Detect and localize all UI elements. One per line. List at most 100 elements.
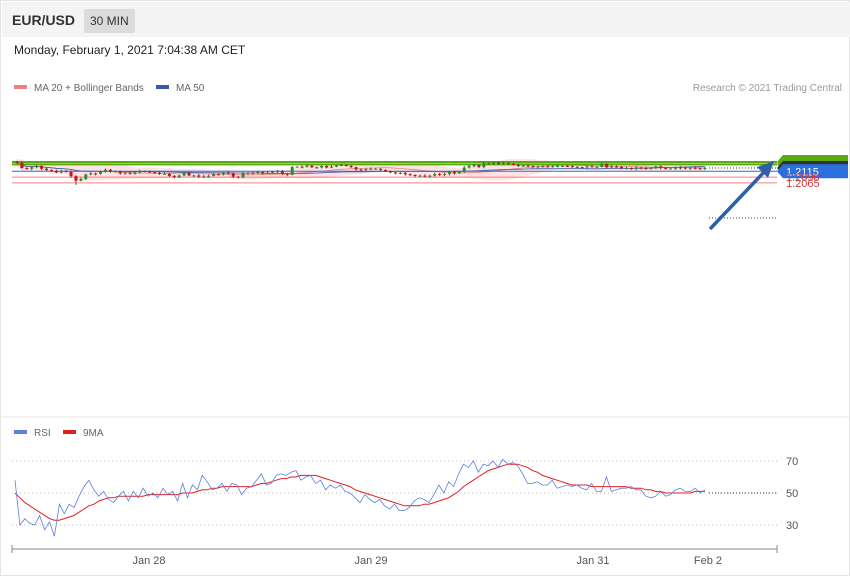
forecast-arrow (708, 168, 768, 231)
candle-body (246, 172, 250, 174)
candle-body (590, 166, 594, 168)
candle-body (467, 165, 471, 168)
candle-body (256, 171, 260, 173)
rsi-legend-swatch (14, 430, 27, 434)
candle-body (123, 172, 127, 174)
candle-body (182, 173, 186, 176)
level-label-1.2065: 1.2065 (786, 178, 820, 190)
ma20-legend-swatch (14, 85, 27, 89)
candle-body (79, 178, 83, 181)
candle-body (502, 163, 506, 165)
candle-body (266, 172, 270, 174)
candle-body (536, 166, 540, 168)
candle-body (379, 168, 383, 170)
candle-body (654, 166, 658, 168)
candle-body (698, 168, 702, 170)
candle-body (310, 165, 314, 168)
time-axis: Jan 28 Jan 29 Jan 31 Feb 2 (11, 545, 778, 567)
candle-body (74, 176, 78, 181)
candle-body (565, 165, 569, 167)
candle-body (69, 171, 73, 177)
candle-body (212, 174, 216, 176)
rsi-ref-label-30: 30 (786, 520, 798, 532)
candle-body (428, 175, 432, 177)
candle-body (89, 173, 93, 175)
candle-body (344, 165, 348, 167)
research-credit: Research © 2021 Trading Central (693, 83, 842, 94)
candle-body (634, 167, 638, 169)
candle-body (580, 167, 584, 169)
candle-body (526, 165, 530, 167)
candle-body (570, 166, 574, 168)
candle-body (369, 168, 373, 170)
candle-body (477, 165, 481, 168)
candle-body (610, 166, 614, 168)
candle-body (148, 171, 152, 173)
candle-body (541, 166, 545, 168)
candle-body (649, 167, 653, 169)
ma50-legend-label: MA 50 (176, 83, 205, 94)
candle-body (94, 173, 98, 175)
candle-body (575, 166, 579, 168)
candle-body (546, 166, 550, 168)
candle-body (177, 175, 181, 178)
candle-body (388, 171, 392, 173)
rsi-legend-label: RSI (34, 428, 51, 439)
candle-body (128, 172, 132, 174)
candle-body (138, 171, 142, 173)
candle-body (275, 171, 279, 173)
time-axis-label: Jan 28 (132, 555, 165, 567)
candle-body (315, 167, 319, 169)
candle-body (349, 165, 353, 168)
candle-body (103, 169, 107, 172)
candle-body (172, 175, 176, 178)
candle-body (334, 165, 338, 167)
candle-body (585, 166, 589, 168)
candle-body (644, 168, 648, 170)
candle-body (413, 174, 417, 176)
candle-body (492, 162, 496, 164)
candle-body (280, 171, 284, 174)
candle-body (290, 166, 294, 175)
candle-body (600, 163, 604, 167)
candle-body (162, 173, 166, 175)
candle-body (133, 172, 137, 174)
chart-frame: EUR/USD 30 MIN Monday, February 1, 2021 … (0, 0, 850, 576)
candle-body (241, 173, 245, 178)
candle-body (516, 165, 520, 167)
candle-body (487, 163, 491, 165)
rsi-chart: 70 50 30 (12, 456, 798, 537)
candle-body (25, 168, 29, 170)
candle-body (202, 176, 206, 178)
candle-body (118, 171, 122, 174)
candle-body (669, 168, 673, 170)
candle-body (216, 174, 220, 176)
candle-body (457, 171, 461, 174)
candle-body (320, 165, 324, 168)
candle-body (452, 171, 456, 174)
candle-body (678, 167, 682, 169)
ma20-legend-label: MA 20 + Bollinger Bands (34, 83, 144, 94)
candle-body (408, 174, 412, 176)
candle-body (325, 165, 329, 168)
rsi-ma-legend-label: 9MA (83, 428, 104, 439)
candle-body (664, 168, 668, 170)
candle-body (688, 167, 692, 169)
candle-body (143, 171, 147, 173)
candle-body (462, 167, 466, 172)
candle-body (551, 166, 555, 168)
candle-body (531, 165, 535, 167)
candle-body (113, 171, 117, 173)
candle-body (44, 168, 48, 171)
candle-body (423, 175, 427, 177)
candle-body (261, 171, 265, 174)
candle-body (187, 173, 191, 176)
candle-body (359, 169, 363, 171)
candle-body (231, 173, 235, 177)
candle-body (84, 174, 88, 179)
candle-body (153, 172, 157, 174)
candle-body (560, 165, 564, 167)
candle-body (398, 172, 402, 174)
price-chart: 1.21551.21451.21291.21151.20901.2065 (12, 155, 848, 231)
candle-body (506, 163, 510, 165)
